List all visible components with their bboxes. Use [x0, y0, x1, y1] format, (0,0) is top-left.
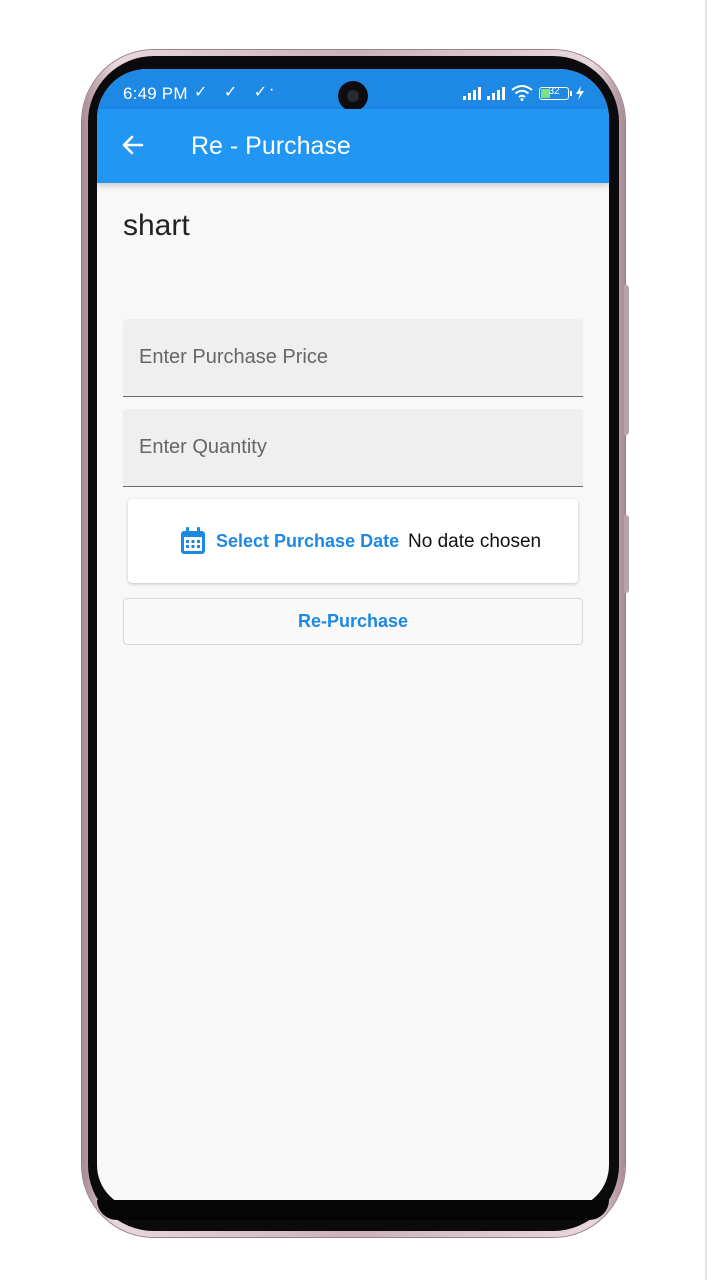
page-title: Re - Purchase [191, 132, 351, 160]
status-icons: 32 [463, 83, 585, 103]
back-button[interactable] [117, 129, 149, 161]
wifi-icon [511, 85, 533, 101]
signal-icon [463, 86, 481, 100]
app-bar: Re - Purchase [97, 109, 609, 183]
select-purchase-date-button[interactable]: Select Purchase Date [180, 523, 399, 559]
phone-chin [97, 1200, 609, 1220]
signal-icon-2 [487, 86, 505, 100]
calendar-icon [181, 527, 205, 554]
phone-screen: 6:49 PM ✓ ✓ ✓ · 32 Re - Purchase shart E… [97, 69, 609, 1209]
battery-icon: 32 [539, 85, 572, 100]
notification-dot: · [269, 81, 275, 98]
battery-level: 32 [548, 85, 560, 97]
select-purchase-date-label: Select Purchase Date [216, 530, 400, 551]
quantity-field [123, 409, 583, 487]
front-camera [338, 81, 368, 111]
purchase-date-card: Select Purchase Date No date chosen [128, 499, 578, 583]
volume-button [624, 285, 629, 435]
purchase-price-input[interactable] [123, 319, 583, 396]
status-bar: 6:49 PM ✓ ✓ ✓ · 32 [97, 69, 609, 111]
purchase-price-field [123, 319, 583, 397]
power-button [624, 515, 629, 593]
arrow-left-icon [122, 135, 144, 155]
product-name: shart [123, 209, 190, 242]
quantity-input[interactable] [123, 409, 583, 486]
re-purchase-button[interactable]: Re-Purchase [123, 598, 583, 645]
purchase-date-value: No date chosen [408, 531, 542, 552]
charging-icon [576, 86, 584, 100]
notification-check-icons: ✓ ✓ ✓ [194, 84, 274, 101]
status-time: 6:49 PM [123, 84, 188, 103]
